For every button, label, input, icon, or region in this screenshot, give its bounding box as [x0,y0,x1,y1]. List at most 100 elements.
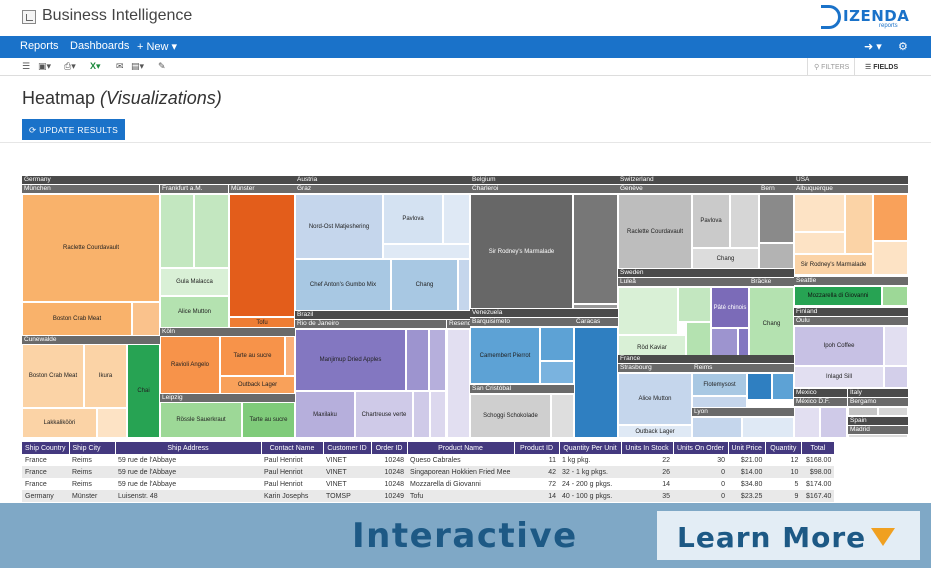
heatmap-cell[interactable] [447,329,470,438]
heatmap-cell[interactable] [285,336,295,376]
heatmap-cell[interactable]: Alice Mutton [618,373,692,425]
heatmap-cell[interactable]: Mozzarella di Giovanni [794,286,882,306]
column-header[interactable]: Order ID [371,442,408,454]
heatmap-subgroup-header[interactable]: Luleå [618,278,749,286]
izenda-logo[interactable]: IZENDA reports [821,4,913,32]
heatmap-cell[interactable]: Boston Crab Meat [22,344,84,408]
heatmap-cell[interactable]: Chang [749,287,794,361]
heatmap-cell[interactable] [618,287,678,335]
heatmap-group-header[interactable]: Austria [295,176,470,184]
heatmap-cell[interactable]: Pavlova [383,194,443,244]
heatmap-cell[interactable] [443,194,470,244]
heatmap-cell[interactable]: Manjimup Dried Apples [295,329,406,391]
column-header[interactable]: Total [801,442,835,454]
heatmap-cell[interactable] [383,244,470,259]
heatmap-cell[interactable] [742,417,794,438]
heatmap-subgroup-header[interactable]: Caracas [574,318,618,326]
heatmap-cell[interactable]: Nord-Ost Matjeshering [295,194,383,259]
column-header[interactable]: Product Name [407,442,515,454]
heatmap-cell[interactable] [540,361,574,384]
update-results-button[interactable]: ⟳ UPDATE RESULTS [22,119,125,140]
heatmap-subgroup-header[interactable]: Köln [160,328,295,336]
heatmap-cell[interactable] [574,327,618,438]
heatmap-cell[interactable] [692,417,742,438]
heatmap-group-header[interactable]: Switzerland [618,176,794,184]
heatmap-cell[interactable] [540,327,574,361]
settings-icon[interactable]: ⚙ [898,40,908,53]
heatmap-group-header[interactable]: Germany [22,176,295,184]
heatmap-cell[interactable]: Chang [391,259,458,311]
heatmap-cell[interactable] [759,194,794,243]
nav-dashboards[interactable]: Dashboards [70,40,129,52]
heatmap-subgroup-header[interactable]: Bräcke [749,278,794,286]
heatmap-group-header[interactable]: Belgium [470,176,618,184]
edit-icon[interactable]: ✎ [158,61,166,72]
heatmap-group-header[interactable]: USA [794,176,908,184]
heatmap-cell[interactable]: Tarte au sucre [220,336,285,376]
heatmap-subgroup-header[interactable]: Cunewalde [22,336,160,344]
filters-button[interactable]: ⚲ FILTERS [807,58,855,76]
heatmap-cell[interactable] [429,329,446,391]
print-icon[interactable]: ⎙▾ [64,61,76,72]
heatmap-subgroup-header[interactable]: Madrid [848,426,908,434]
heatmap-cell[interactable]: Raclette Courdavault [618,194,692,269]
heatmap-cell[interactable] [794,194,845,232]
heatmap-cell[interactable]: Chartreuse verte [355,391,413,438]
heatmap-cell[interactable]: Sir Rodney's Marmalade [470,194,573,309]
heatmap-cell[interactable] [794,407,820,438]
heatmap-group-header[interactable]: Sweden [618,269,794,277]
heatmap-cell[interactable] [458,259,470,311]
heatmap-subgroup-header[interactable]: Leipzig [160,394,295,402]
heatmap-subgroup-header[interactable]: Frankfurt a.M. [160,185,228,193]
heatmap-cell[interactable] [747,373,772,400]
column-header[interactable]: Ship Address [115,442,262,454]
heatmap-cell[interactable] [884,366,908,388]
excel-icon[interactable]: X▾ [90,61,101,72]
heatmap-cell[interactable]: Tarte au sucre [242,402,295,438]
heatmap-cell[interactable]: Rössle Sauerkraut [160,402,242,438]
heatmap-subgroup-header[interactable]: Barquisimeto [470,318,574,326]
column-header[interactable]: Contact Name [261,442,324,454]
heatmap-subgroup-header[interactable]: Lyon [692,408,794,416]
heatmap-cell[interactable] [406,329,429,391]
heatmap-cell[interactable] [873,194,908,241]
heatmap-subgroup-header[interactable]: Bergamo [848,398,908,406]
heatmap-cell[interactable]: Chef Anton's Gumbo Mix [295,259,391,311]
fields-button[interactable]: ☰ FIELDS [859,58,911,76]
heatmap-cell[interactable] [820,407,847,438]
heatmap-group-header[interactable]: Spain [848,417,908,425]
heatmap-cell[interactable]: Boston Crab Meat [22,302,132,336]
heatmap-subgroup-header[interactable]: München [22,185,159,193]
heatmap-cell[interactable] [132,302,160,336]
heatmap-cell[interactable] [882,286,908,306]
heatmap-cell[interactable]: Outback Lager [618,425,692,438]
heatmap-subgroup-header[interactable]: Münster [229,185,295,193]
heatmap-subgroup-header[interactable]: Albuquerque [794,185,908,193]
heatmap-cell[interactable] [692,396,747,408]
heatmap-cell[interactable]: Pâté chinois [711,287,749,328]
column-header[interactable]: Quantity [765,442,802,454]
heatmap-subgroup-header[interactable]: Resende [447,320,470,328]
heatmap-subgroup-header[interactable]: Seattle [794,277,908,285]
heatmap-subgroup-header[interactable]: México D.F. [794,398,847,406]
nav-reports[interactable]: Reports [20,40,59,52]
heatmap-group-header[interactable]: Brazil [295,311,470,319]
heatmap-group-header[interactable]: Finland [794,308,908,316]
heatmap-cell[interactable] [848,434,908,438]
heatmap-cell[interactable]: Ipoh Coffee [794,326,884,366]
column-header[interactable]: Units On Order [673,442,729,454]
column-header[interactable]: Ship Country [22,442,70,454]
save-icon[interactable]: ▣▾ [38,61,51,72]
heatmap-cell[interactable]: Schoggi Schokolade [470,394,551,438]
email-icon[interactable]: ✉ [116,61,124,72]
heatmap-cell[interactable] [759,243,794,269]
heatmap-cell[interactable] [794,232,845,254]
learn-more-button[interactable]: Learn More [657,511,920,560]
column-header[interactable]: Ship City [69,442,116,454]
heatmap-cell[interactable]: Lakkalikööri [22,408,97,438]
heatmap-group-header[interactable]: Italy [848,389,908,397]
nav-new-menu[interactable]: + New ▾ [137,40,177,53]
heatmap-cell[interactable] [160,194,194,268]
heatmap-cell[interactable] [229,194,295,317]
column-header[interactable]: Quantity Per Unit [559,442,622,454]
